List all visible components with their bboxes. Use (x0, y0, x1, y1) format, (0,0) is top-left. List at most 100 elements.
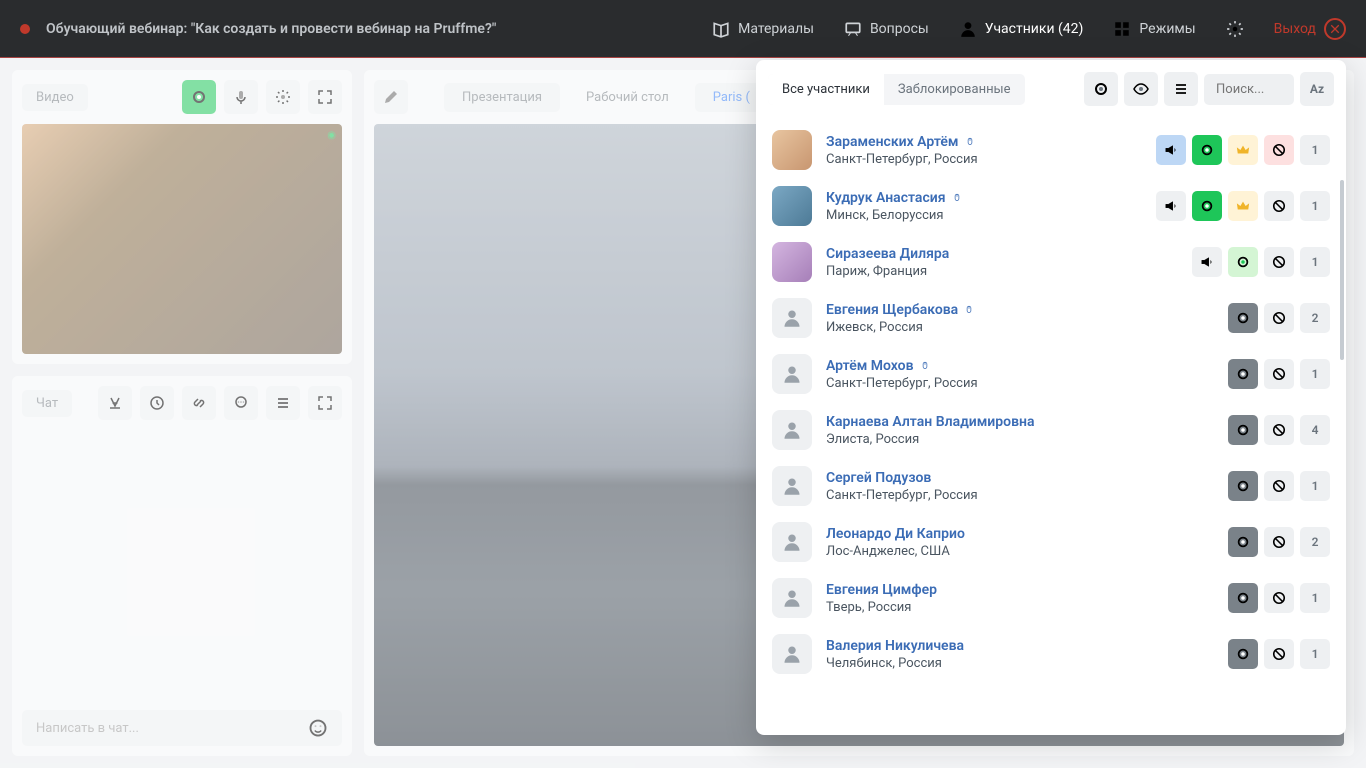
action-ban-gray[interactable] (1264, 415, 1294, 445)
action-ban-gray[interactable] (1264, 359, 1294, 389)
ban-icon (1272, 199, 1286, 213)
avatar (772, 130, 812, 170)
action-ban-gray[interactable] (1264, 471, 1294, 501)
action-ban-gray[interactable] (1264, 303, 1294, 333)
user-icon (782, 476, 802, 496)
participant-row[interactable]: Артём МоховСанкт-Петербург, Россия1 (756, 346, 1346, 402)
participant-actions: 1 (1228, 471, 1330, 501)
camera-icon (1236, 535, 1250, 549)
book-icon (712, 20, 730, 38)
participant-location: Ижевск, Россия (826, 320, 1214, 335)
device-count: 1 (1300, 639, 1330, 669)
megaphone-icon (1164, 199, 1178, 213)
participant-row[interactable]: Леонардо Ди КаприоЛос-Анджелес, США2 (756, 514, 1346, 570)
participant-location: Санкт-Петербург, Россия (826, 152, 1142, 167)
avatar (772, 354, 812, 394)
user-icon (959, 20, 977, 38)
mouse-icon (920, 360, 930, 372)
tab-all-participants[interactable]: Все участники (768, 74, 884, 105)
action-ban-gray[interactable] (1264, 527, 1294, 557)
gear-icon (1226, 20, 1244, 38)
action-crown-yellow[interactable] (1228, 191, 1258, 221)
action-cam-dark[interactable] (1228, 471, 1258, 501)
participant-location: Лос-Анджелес, США (826, 544, 1214, 559)
scrollbar[interactable] (1340, 180, 1344, 360)
participant-row[interactable]: Евгения ЦимферТверь, Россия1 (756, 570, 1346, 626)
participant-row[interactable]: Евгения ЩербаковаИжевск, Россия2 (756, 290, 1346, 346)
nav-materials[interactable]: Материалы (712, 20, 814, 38)
participant-info: Кудрук АнастасияМинск, Белоруссия (826, 190, 1142, 223)
action-cam-green[interactable] (1192, 191, 1222, 221)
megaphone-icon (1200, 255, 1214, 269)
action-cam-dark[interactable] (1228, 583, 1258, 613)
action-ban-gray[interactable] (1264, 639, 1294, 669)
user-icon (782, 588, 802, 608)
action-ban-gray[interactable] (1264, 191, 1294, 221)
webinar-title: Обучающий вебинар: "Как создать и провес… (46, 21, 496, 37)
camera-filter-button[interactable] (1084, 72, 1118, 106)
participant-name: Сергей Подузов (826, 470, 1214, 486)
participant-row[interactable]: Карнаева Алтан Владимировна Элиста, Росси… (756, 402, 1346, 458)
camera-icon (1236, 647, 1250, 661)
ban-icon (1272, 143, 1286, 157)
participant-row[interactable]: Валерия НикуличеваЧелябинск, Россия1 (756, 626, 1346, 682)
action-ban-gray[interactable] (1264, 583, 1294, 613)
sort-button[interactable]: Az (1300, 72, 1334, 106)
action-cam-dark[interactable] (1228, 415, 1258, 445)
nav-questions[interactable]: Вопросы (844, 20, 929, 38)
ban-icon (1272, 423, 1286, 437)
device-count: 2 (1300, 303, 1330, 333)
camera-icon (1200, 143, 1214, 157)
avatar (772, 522, 812, 562)
search-input[interactable] (1216, 82, 1282, 97)
participant-name: Зараменских Артём (826, 134, 1142, 150)
participants-popover: Все участники Заблокированные Az Зарамен… (756, 60, 1346, 735)
participant-info: Артём МоховСанкт-Петербург, Россия (826, 358, 1214, 391)
menu-button[interactable] (1164, 72, 1198, 106)
action-cam-dark[interactable] (1228, 639, 1258, 669)
action-horn-blue[interactable] (1156, 135, 1186, 165)
participant-location: Элиста, Россия (826, 432, 1214, 447)
action-cam-dark[interactable] (1228, 303, 1258, 333)
action-horn-gray-off[interactable] (1192, 247, 1222, 277)
avatar (772, 186, 812, 226)
action-cam-dark[interactable] (1228, 359, 1258, 389)
participant-info: Зараменских Артём Санкт-Петербург, Россия (826, 134, 1142, 167)
participant-row[interactable]: Зараменских Артём Санкт-Петербург, Россия… (756, 122, 1346, 178)
participant-location: Челябинск, Россия (826, 656, 1214, 671)
participants-list[interactable]: Зараменских Артём Санкт-Петербург, Россия… (756, 118, 1346, 735)
camera-icon (1236, 423, 1250, 437)
exit-button[interactable]: Выход (1274, 18, 1346, 40)
participant-name: Карнаева Алтан Владимировна (826, 414, 1214, 430)
participant-info: Леонардо Ди КаприоЛос-Анджелес, США (826, 526, 1214, 559)
participant-row[interactable]: Кудрук АнастасияМинск, Белоруссия 1 (756, 178, 1346, 234)
close-icon (1324, 18, 1346, 40)
participant-row[interactable]: Сиразеева ДиляраПариж, Франция1 (756, 234, 1346, 290)
action-crown-yellow[interactable] (1228, 135, 1258, 165)
participant-actions: 1 (1156, 191, 1330, 221)
action-cam-greenlt[interactable] (1228, 247, 1258, 277)
mouse-icon (964, 304, 974, 316)
action-cam-dark[interactable] (1228, 527, 1258, 557)
camera-icon (1236, 311, 1250, 325)
camera-icon (1236, 591, 1250, 605)
mouse-icon (952, 192, 962, 204)
action-cam-green[interactable] (1192, 135, 1222, 165)
nav-modes[interactable]: Режимы (1113, 20, 1195, 38)
tab-blocked-participants[interactable]: Заблокированные (884, 74, 1025, 105)
participant-location: Санкт-Петербург, Россия (826, 488, 1214, 503)
action-horn-gray[interactable] (1156, 191, 1186, 221)
search-input-wrap[interactable] (1204, 74, 1294, 105)
avatar (772, 242, 812, 282)
nav-settings[interactable] (1226, 20, 1244, 38)
ban-icon (1272, 479, 1286, 493)
ban-icon (1272, 535, 1286, 549)
action-ban-red[interactable] (1264, 135, 1294, 165)
participant-row[interactable]: Сергей Подузов Санкт-Петербург, Россия 1 (756, 458, 1346, 514)
avatar (772, 466, 812, 506)
action-ban-gray[interactable] (1264, 247, 1294, 277)
view-button[interactable] (1124, 72, 1158, 106)
megaphone-icon (1164, 143, 1178, 157)
participant-name: Артём Мохов (826, 358, 1214, 374)
nav-participants[interactable]: Участники (42) (959, 20, 1084, 38)
